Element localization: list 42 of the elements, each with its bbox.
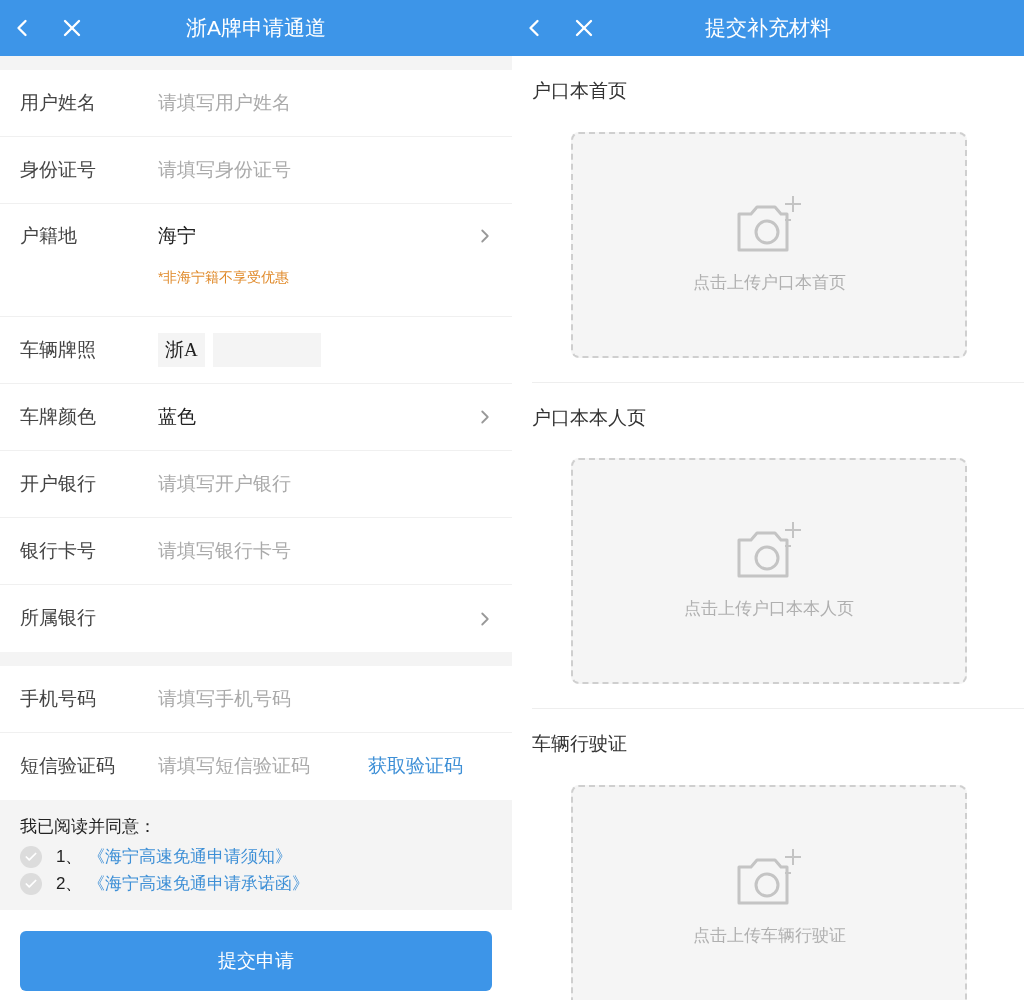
text-field[interactable]: 请填写短信验证码 xyxy=(158,752,348,781)
text-field[interactable]: 请填写银行卡号 xyxy=(158,536,348,566)
item-number: 1、 xyxy=(56,846,83,869)
field-label: 开户银行 xyxy=(20,471,97,496)
upload-area[interactable]: 点击上传户口本首页 xyxy=(571,131,967,358)
field-label: 银行卡号 xyxy=(20,538,97,563)
text-field[interactable]: 请填写用户姓名 xyxy=(158,88,348,118)
text-field[interactable]: 请填写手机号码 xyxy=(158,684,348,714)
screen-title: 浙A牌申请通道 xyxy=(186,15,326,42)
agreement-link[interactable]: 《海宁高速免通申请承诺函》 xyxy=(88,871,310,897)
section-title: 户口本本人页 xyxy=(532,405,647,430)
upload-hint: 点击上传车辆行驶证 xyxy=(692,924,846,947)
upload-area[interactable]: 点击上传车辆行驶证 xyxy=(571,784,967,1000)
upload-hint: 点击上传户口本首页 xyxy=(692,271,846,294)
field-label: 车辆牌照 xyxy=(20,337,97,362)
select-value[interactable]: 海宁 xyxy=(158,222,474,251)
field-label: 手机号码 xyxy=(20,686,97,711)
agreement-checkbox[interactable] xyxy=(20,846,42,868)
field-label: 身份证号 xyxy=(20,157,97,182)
check-icon xyxy=(24,877,38,891)
screen-title: 提交补充材料 xyxy=(705,15,831,42)
field-label: 户籍地 xyxy=(20,224,78,248)
text-field[interactable]: 请填写身份证号 xyxy=(158,155,348,185)
plate-prefix[interactable]: 浙A xyxy=(158,333,205,367)
submit-button[interactable]: 提交申请 xyxy=(20,931,492,991)
select-value[interactable]: 蓝色 xyxy=(158,402,474,432)
section-title: 户口本首页 xyxy=(532,79,628,103)
upload-area[interactable]: 点击上传户口本本人页 xyxy=(571,458,967,684)
field-label: 所属银行 xyxy=(20,606,97,631)
agreement-checkbox[interactable] xyxy=(20,873,42,895)
check-icon xyxy=(24,850,38,864)
get-code-link[interactable]: 获取验证码 xyxy=(368,752,463,781)
field-label: 短信验证码 xyxy=(20,754,116,779)
agreement-link[interactable]: 《海宁高速免通申请须知》 xyxy=(88,844,293,870)
warning-note: *非海宁籍不享受优惠 xyxy=(158,267,291,287)
upload-hint: 点击上传户口本本人页 xyxy=(684,598,854,621)
agreement-heading: 我已阅读并同意： xyxy=(20,816,157,838)
text-field[interactable]: 请填写开户银行 xyxy=(158,469,348,499)
item-number: 2、 xyxy=(56,873,83,896)
section-title: 车辆行驶证 xyxy=(532,732,628,756)
field-label: 车牌颜色 xyxy=(20,404,97,429)
field-label: 用户姓名 xyxy=(20,90,97,115)
